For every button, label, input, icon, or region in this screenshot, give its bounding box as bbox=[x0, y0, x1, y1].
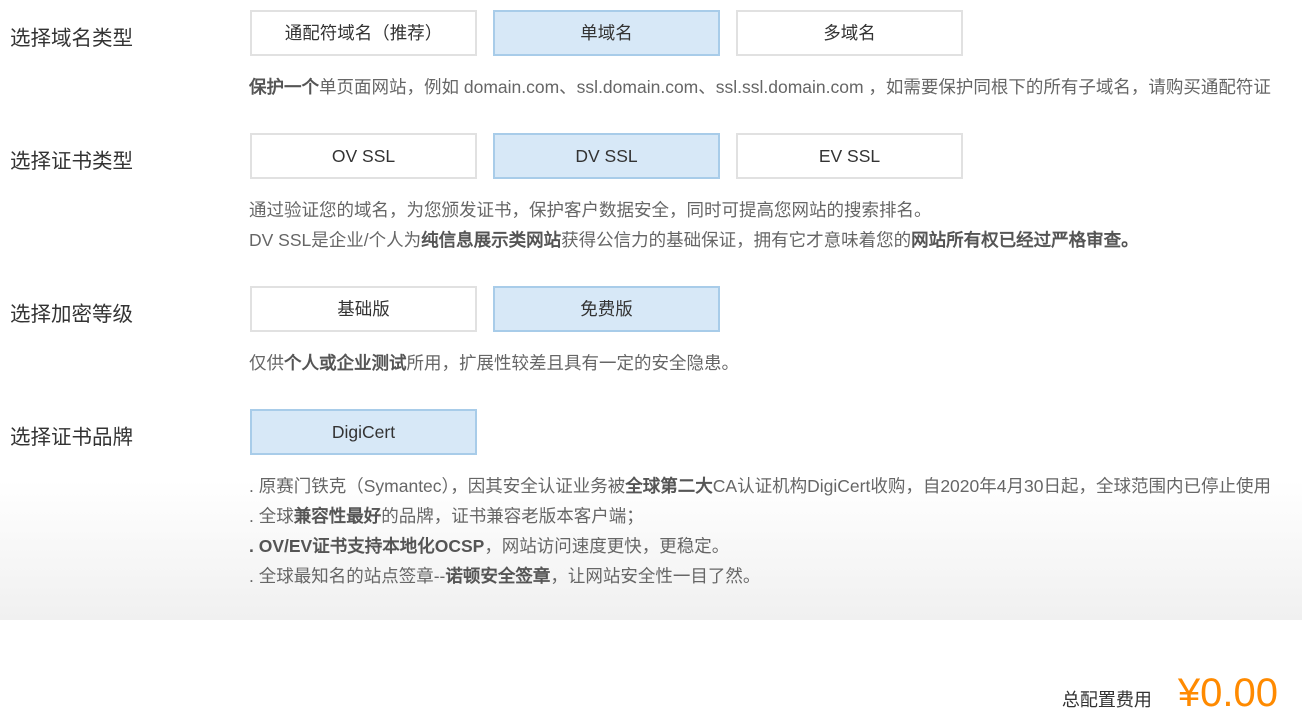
option-ov-ssl[interactable]: OV SSL bbox=[250, 133, 477, 179]
description-text: 获得公信力的基础保证，拥有它才意味着您的 bbox=[561, 230, 912, 250]
cert-type-body: OV SSL DV SSL EV SSL 通过验证您的域名，为您颁发证书，保护客… bbox=[249, 133, 1302, 255]
description-highlight: 纯信息展示类网站 bbox=[421, 230, 562, 250]
description-text: ，网站访问速度更快，更稳定。 bbox=[484, 536, 730, 556]
option-dv-ssl[interactable]: DV SSL bbox=[493, 133, 720, 179]
option-digicert[interactable]: DigiCert bbox=[250, 409, 477, 455]
description-line: . OV/EV证书支持本地化OCSP，网站访问速度更快，更稳定。 bbox=[249, 531, 1302, 561]
cert-brand-body: DigiCert . 原赛门铁克（Symantec），因其安全认证业务被全球第二… bbox=[249, 409, 1302, 591]
cert-brand-options: DigiCert bbox=[250, 409, 1302, 455]
option-basic-edition[interactable]: 基础版 bbox=[250, 286, 477, 332]
description-text: . 全球 bbox=[249, 506, 294, 526]
description-text: . 全球最知名的站点签章-- bbox=[249, 566, 446, 586]
config-panel: 选择域名类型 通配符域名（推荐） 单域名 多域名 保护一个单页面网站，例如 do… bbox=[0, 0, 1302, 620]
description-text: ，让网站安全性一目了然。 bbox=[550, 566, 761, 586]
description-text: 仅供 bbox=[249, 353, 284, 373]
description-line: 仅供个人或企业测试所用，扩展性较差且具有一定的安全隐患。 bbox=[249, 348, 1302, 378]
description-text: 通过验证您的域名，为您颁发证书，保护客户数据安全，同时可提高您网站的搜索排名。 bbox=[249, 200, 932, 220]
description-text: . 原赛门铁克（Symantec），因其安全认证业务被 bbox=[249, 476, 626, 496]
description-line: . 全球兼容性最好的品牌，证书兼容老版本客户端； bbox=[249, 501, 1302, 531]
description-text: DV SSL是企业/个人为 bbox=[249, 230, 422, 250]
option-multi-domain[interactable]: 多域名 bbox=[736, 10, 963, 56]
domain-type-description: 保护一个单页面网站，例如 domain.com、ssl.domain.com、s… bbox=[249, 72, 1302, 102]
description-highlight: 全球第二大 bbox=[625, 476, 713, 496]
domain-type-label: 选择域名类型 bbox=[10, 27, 133, 50]
ssl-config-page: 选择域名类型 通配符域名（推荐） 单域名 多域名 保护一个单页面网站，例如 do… bbox=[0, 0, 1302, 722]
description-line: . 原赛门铁克（Symantec），因其安全认证业务被全球第二大CA认证机构Di… bbox=[249, 471, 1302, 501]
cert-brand-section: 选择证书品牌 DigiCert . 原赛门铁克（Symantec），因其安全认证… bbox=[0, 409, 1302, 591]
domain-type-body: 通配符域名（推荐） 单域名 多域名 保护一个单页面网站，例如 domain.co… bbox=[249, 10, 1302, 102]
description-line: DV SSL是企业/个人为纯信息展示类网站获得公信力的基础保证，拥有它才意味着您… bbox=[249, 225, 1302, 255]
option-free-edition[interactable]: 免费版 bbox=[493, 286, 720, 332]
description-highlight: 网站所有权已经过严格审查。 bbox=[911, 230, 1139, 250]
description-line: . 全球最知名的站点签章--诺顿安全签章，让网站安全性一目了然。 bbox=[249, 561, 1302, 591]
description-highlight: 诺顿安全签章 bbox=[445, 566, 551, 586]
description-line: 保护一个单页面网站，例如 domain.com、ssl.domain.com、s… bbox=[249, 72, 1302, 102]
description-highlight: . OV/EV证书支持本地化OCSP bbox=[249, 536, 485, 556]
cert-type-section: 选择证书类型 OV SSL DV SSL EV SSL 通过验证您的域名，为您颁… bbox=[0, 133, 1302, 255]
total-cost: 总配置费用 ¥0.00 bbox=[1062, 673, 1278, 713]
cert-brand-label: 选择证书品牌 bbox=[10, 426, 133, 449]
cert-type-label: 选择证书类型 bbox=[10, 150, 133, 173]
option-ev-ssl[interactable]: EV SSL bbox=[736, 133, 963, 179]
description-line: 通过验证您的域名，为您颁发证书，保护客户数据安全，同时可提高您网站的搜索排名。 bbox=[249, 195, 1302, 225]
encryption-level-label: 选择加密等级 bbox=[10, 303, 133, 326]
description-text: CA认证机构DigiCert收购，自2020年4月30日起，全球范围内已停止使用 bbox=[712, 476, 1271, 496]
description-highlight: 保护一个 bbox=[249, 77, 319, 97]
encryption-level-section: 选择加密等级 基础版 免费版 仅供个人或企业测试所用，扩展性较差且具有一定的安全… bbox=[0, 286, 1302, 378]
encryption-level-options: 基础版 免费版 bbox=[250, 286, 1302, 332]
description-text: 单页面网站，例如 domain.com、ssl.domain.com、ssl.s… bbox=[319, 77, 1271, 97]
description-text: 所用，扩展性较差且具有一定的安全隐患。 bbox=[406, 353, 740, 373]
cert-brand-description: . 原赛门铁克（Symantec），因其安全认证业务被全球第二大CA认证机构Di… bbox=[249, 471, 1302, 591]
total-cost-value: ¥0.00 bbox=[1177, 671, 1278, 715]
cert-type-options: OV SSL DV SSL EV SSL bbox=[250, 133, 1302, 179]
encryption-level-body: 基础版 免费版 仅供个人或企业测试所用，扩展性较差且具有一定的安全隐患。 bbox=[249, 286, 1302, 378]
option-single-domain[interactable]: 单域名 bbox=[493, 10, 720, 56]
encryption-level-description: 仅供个人或企业测试所用，扩展性较差且具有一定的安全隐患。 bbox=[249, 348, 1302, 378]
total-cost-label: 总配置费用 bbox=[1061, 690, 1152, 710]
description-text: 的品牌，证书兼容老版本客户端； bbox=[381, 506, 644, 526]
domain-type-section: 选择域名类型 通配符域名（推荐） 单域名 多域名 保护一个单页面网站，例如 do… bbox=[0, 10, 1302, 102]
domain-type-options: 通配符域名（推荐） 单域名 多域名 bbox=[250, 10, 1302, 56]
description-highlight: 个人或企业测试 bbox=[284, 353, 407, 373]
description-highlight: 兼容性最好 bbox=[293, 506, 382, 526]
option-wildcard-domain[interactable]: 通配符域名（推荐） bbox=[250, 10, 477, 56]
cert-type-description: 通过验证您的域名，为您颁发证书，保护客户数据安全，同时可提高您网站的搜索排名。 … bbox=[249, 195, 1302, 255]
